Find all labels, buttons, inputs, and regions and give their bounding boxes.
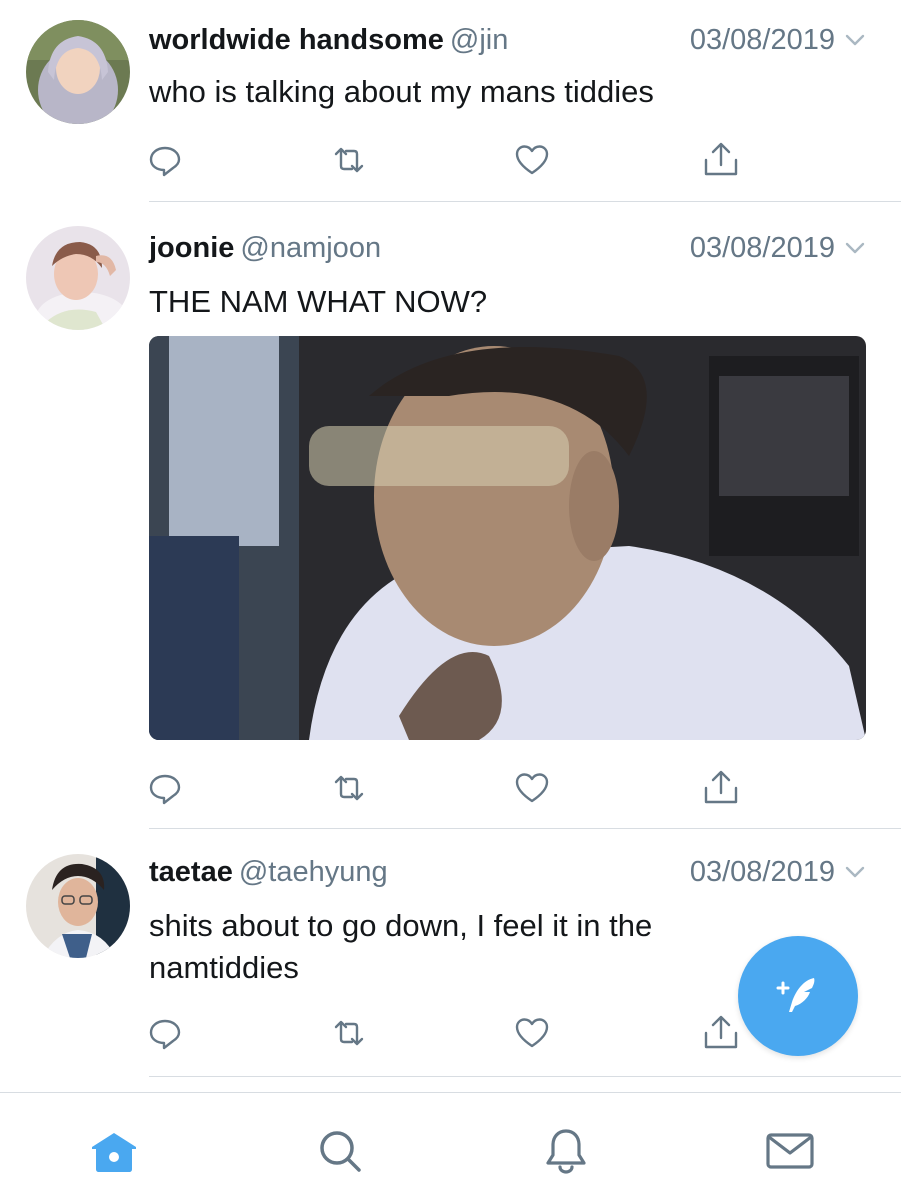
tweet-date: 03/08/2019 [689, 856, 835, 888]
user-handle: @taehyung [238, 856, 388, 888]
tweet-date: 03/08/2019 [689, 24, 835, 56]
retweet-icon [334, 775, 364, 801]
share-icon [704, 142, 738, 176]
like-icon [515, 773, 549, 803]
tab-search[interactable] [312, 1123, 368, 1179]
tweet[interactable]: joonie @namjoon 03/08/2019 THE NAM WHAT N… [0, 202, 901, 828]
tweet-actions [0, 135, 901, 185]
share-icon [704, 1015, 738, 1049]
reply-button[interactable] [140, 1008, 190, 1058]
tweet-text: shits about to go down, I feel it in the… [149, 908, 653, 985]
reply-icon [149, 774, 181, 805]
share-button[interactable] [696, 135, 746, 185]
reply-button[interactable] [140, 763, 190, 813]
chevron-down-icon[interactable] [843, 860, 867, 884]
like-icon [515, 1018, 549, 1048]
share-button[interactable] [696, 1008, 746, 1058]
home-icon [92, 1133, 136, 1172]
reply-button[interactable] [140, 135, 190, 185]
reply-icon [149, 146, 181, 177]
display-name[interactable]: joonie [149, 232, 234, 264]
messages-icon [766, 1133, 814, 1169]
tweet-text: THE NAM WHAT NOW? [149, 284, 488, 319]
compose-tweet-icon [776, 978, 815, 1012]
like-icon [515, 145, 549, 175]
search-icon [320, 1131, 361, 1172]
notifications-icon [546, 1129, 586, 1174]
retweet-button[interactable] [324, 763, 374, 813]
like-button[interactable] [507, 1008, 557, 1058]
tab-messages[interactable] [762, 1123, 818, 1179]
share-icon [704, 770, 738, 804]
like-button[interactable] [507, 135, 557, 185]
chevron-down-icon[interactable] [843, 236, 867, 260]
retweet-button[interactable] [324, 135, 374, 185]
tweet-media-image[interactable] [149, 336, 866, 740]
reply-icon [149, 1019, 181, 1050]
divider [149, 1076, 901, 1077]
like-button[interactable] [507, 763, 557, 813]
user-handle: @namjoon [240, 232, 382, 264]
display-name[interactable]: taetae [149, 856, 233, 888]
retweet-icon [334, 147, 364, 173]
tab-home[interactable] [86, 1123, 142, 1179]
retweet-button[interactable] [324, 1008, 374, 1058]
photo [149, 336, 866, 740]
bottom-tab-bar [0, 1092, 901, 1200]
chevron-down-icon[interactable] [843, 28, 867, 52]
display-name[interactable]: worldwide handsome [149, 24, 444, 56]
share-button[interactable] [696, 763, 746, 813]
tweet-actions [0, 763, 901, 813]
tab-notifications[interactable] [538, 1123, 594, 1179]
tweet[interactable]: worldwide handsome @jin 03/08/2019 who is… [0, 0, 901, 202]
tweet-text: who is talking about my mans tiddies [149, 74, 654, 109]
compose-tweet-button[interactable] [738, 936, 858, 1056]
tweet-date: 03/08/2019 [689, 232, 835, 264]
retweet-icon [334, 1020, 364, 1046]
user-handle: @jin [449, 24, 509, 56]
